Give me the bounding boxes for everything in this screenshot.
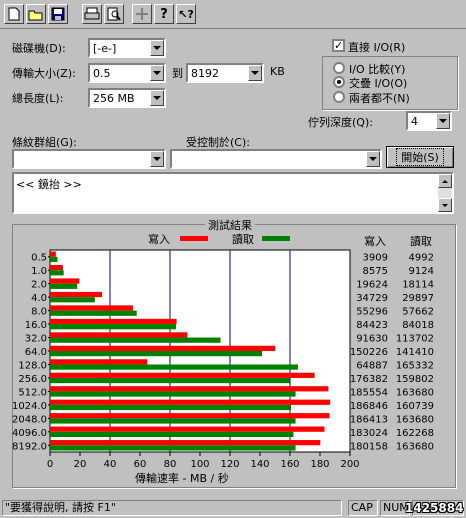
read-value-label: 9124	[409, 266, 434, 277]
write-value-label: 150226	[350, 347, 388, 358]
write-value-label: 55296	[356, 307, 388, 318]
y-tick-label: 2048.0	[12, 414, 47, 425]
y-tick-label: 512.0	[18, 387, 47, 398]
write-bar	[50, 359, 148, 365]
write-bar	[50, 278, 80, 284]
y-tick-label: 16.0	[25, 320, 47, 331]
x-tick-label: 120	[220, 459, 239, 470]
y-tick-label: 32.0	[25, 334, 47, 345]
y-tick-label: 8192.0	[12, 441, 47, 452]
read-value-label: 165332	[396, 360, 434, 371]
status-help-label: "要獲得說明, 請按 F1"	[5, 501, 116, 514]
read-bar	[50, 351, 263, 357]
write-bar	[50, 251, 56, 257]
write-value-label: 183024	[350, 428, 388, 439]
read-value-label: 163680	[396, 387, 434, 398]
read-bar	[50, 377, 290, 384]
write-bar	[50, 440, 321, 446]
write-value-label: 91630	[356, 334, 388, 345]
write-value-label: 186413	[350, 414, 388, 425]
x-tick-label: 200	[340, 459, 359, 470]
read-bar	[50, 297, 95, 303]
y-tick-label: 4096.0	[12, 428, 47, 439]
write-bar	[50, 264, 63, 271]
read-value-label: 113702	[396, 334, 434, 345]
read-value-label: 29897	[402, 293, 434, 304]
read-value-label: 163680	[396, 441, 434, 452]
read-value-label: 18114	[402, 280, 434, 291]
read-bar	[50, 256, 58, 262]
y-tick-label: 128.0	[18, 360, 47, 371]
y-tick-label: 2.0	[31, 280, 47, 291]
write-value-label: 180158	[350, 441, 388, 452]
x-tick-label: 20	[74, 459, 87, 470]
write-bar	[50, 332, 188, 338]
write-value-label: 8575	[363, 266, 388, 277]
read-bar	[50, 391, 296, 397]
read-value-label: 57662	[402, 307, 434, 318]
write-value-label: 3909	[363, 253, 388, 264]
write-value-label: 84423	[356, 320, 388, 331]
x-tick-label: 140	[250, 459, 269, 470]
write-bar	[50, 345, 276, 351]
y-tick-label: 64.0	[25, 347, 47, 358]
read-value-label: 159802	[396, 374, 434, 385]
write-value-label: 176382	[350, 374, 388, 385]
x-tick-label: 160	[280, 459, 299, 470]
x-tick-label: 180	[310, 459, 329, 470]
read-bar	[50, 324, 176, 330]
write-bar	[50, 318, 177, 325]
write-bar	[50, 386, 329, 392]
throughput-chart: 0 20 40 60 80 100 120 140 160 180 200 0.5 3909 4992 1.…	[12, 249, 434, 470]
watermark-text: 1425884	[405, 501, 464, 515]
write-value-label: 64887	[356, 360, 388, 371]
x-tick-label: 40	[104, 459, 117, 470]
status-cap: CAP	[348, 500, 378, 516]
read-bar	[50, 404, 292, 411]
read-bar	[50, 270, 64, 276]
write-value-label: 19624	[356, 280, 388, 291]
y-tick-label: 256.0	[18, 374, 47, 385]
write-value-label: 34729	[356, 293, 388, 304]
y-tick-label: 0.5	[31, 253, 47, 264]
read-bar	[50, 445, 296, 451]
read-value-label: 84018	[402, 320, 434, 331]
read-bar	[50, 283, 78, 289]
read-bar	[50, 364, 298, 370]
y-tick-label: 1024.0	[12, 401, 47, 412]
read-bar	[50, 431, 294, 438]
y-tick-label: 1.0	[31, 266, 47, 277]
write-bar	[50, 426, 325, 432]
status-cap-label: CAP	[351, 501, 373, 514]
y-tick-label: 8.0	[31, 307, 47, 318]
write-bar	[50, 399, 331, 405]
read-bar	[50, 418, 296, 424]
write-value-label: 186846	[350, 401, 388, 412]
x-tick-label: 0	[47, 459, 53, 470]
x-tick-label: 60	[134, 459, 147, 470]
write-bar	[50, 413, 330, 419]
write-value-label: 185554	[350, 387, 388, 398]
read-value-label: 162268	[396, 428, 434, 439]
read-value-label: 160739	[396, 401, 434, 412]
write-bar	[50, 305, 133, 311]
read-value-label: 163680	[396, 414, 434, 425]
read-value-label: 4992	[409, 253, 434, 264]
x-tick-label: 80	[164, 459, 177, 470]
x-tick-label: 100	[190, 459, 209, 470]
read-value-label: 141410	[396, 347, 434, 358]
write-bar	[50, 291, 103, 298]
y-tick-label: 4.0	[31, 293, 47, 304]
read-bar	[50, 337, 221, 343]
write-bar	[50, 372, 315, 378]
read-bar	[50, 310, 137, 316]
x-axis-label: 傳輸速率 - MB / 秒	[135, 472, 229, 485]
status-help-text: "要獲得說明, 請按 F1"	[2, 500, 342, 516]
